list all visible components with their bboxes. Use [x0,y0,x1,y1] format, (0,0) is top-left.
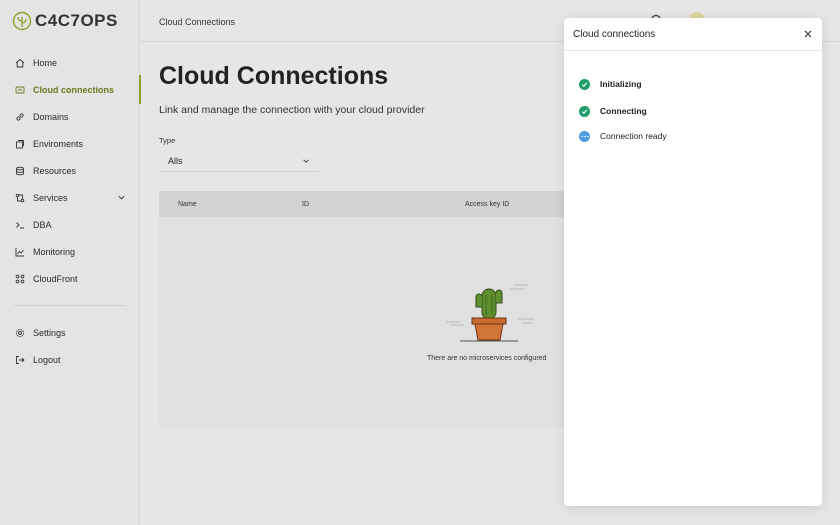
sidebar-bottom-nav: Settings Logout [0,319,140,373]
link-icon [14,111,26,123]
sidebar-item-label: Settings [33,327,66,338]
sidebar-item-services[interactable]: Services [0,184,140,211]
sidebar: C4C7OPS Home Cloud connections Domains E… [0,0,141,525]
sidebar-item-label: DBA [33,219,52,230]
gear-icon [14,327,26,339]
check-circle-icon [579,105,590,117]
chevron-down-icon [303,159,309,163]
sidebar-item-label: Enviroments [33,138,84,149]
home-icon [14,57,26,69]
sidebar-item-label: Domains [33,111,69,122]
sidebar-item-resources[interactable]: Resources [0,157,140,184]
database-icon [14,165,26,177]
cloud-connections-panel: Cloud connections Initializing Connectin… [564,18,822,506]
sidebar-item-label: Services [33,192,68,203]
logout-icon [14,354,26,366]
step-label: Initializing [600,79,642,89]
cloud-icon [14,84,26,96]
sidebar-item-enviroments[interactable]: Enviroments [0,130,140,157]
step-initializing: Initializing [579,77,642,91]
loading-dots-icon [579,130,590,142]
logo-mark-icon [12,11,32,31]
sidebar-nav: Home Cloud connections Domains Enviromen… [0,49,141,292]
step-label: Connection ready [600,131,667,141]
layers-icon [14,138,26,150]
type-filter-value: Alls [168,155,183,166]
sidebar-item-home[interactable]: Home [0,49,140,76]
step-label: Connecting [600,106,647,116]
step-connecting: Connecting [579,104,647,118]
sidebar-item-label: Home [33,57,58,68]
sidebar-item-label: Monitoring [33,246,76,257]
type-filter-select[interactable]: Alls [159,150,319,172]
sidebar-item-cloud-connections[interactable]: Cloud connections [0,75,141,104]
cactus-illustration-icon [446,284,534,342]
empty-state-text: There are no microservices configured [427,355,547,362]
step-connection-ready: Connection ready [579,129,667,143]
page-title: Cloud Connections [159,62,389,90]
sidebar-item-label: Logout [33,354,61,365]
chevron-down-icon[interactable] [117,193,126,202]
sidebar-item-dba[interactable]: DBA [0,211,140,238]
check-circle-icon [579,78,590,90]
brand-name: C4C7OPS [35,11,118,30]
table-header: Name ID Access key ID [159,191,579,217]
sidebar-item-monitoring[interactable]: Monitoring [0,238,140,265]
terminal-icon [14,219,26,231]
sidebar-item-label: Cloud connections [33,84,114,95]
brand-logo[interactable]: C4C7OPS [12,10,118,32]
column-header-access-key-id[interactable]: Access key ID [465,201,509,208]
sidebar-item-label: Resources [33,165,77,176]
grid-icon [14,273,26,285]
services-icon [14,192,26,204]
sidebar-item-cloudfront[interactable]: CloudFront [0,265,140,292]
sidebar-item-settings[interactable]: Settings [0,319,140,346]
column-header-id[interactable]: ID [302,201,309,208]
column-header-name[interactable]: Name [178,201,197,208]
type-filter-label: Type [159,136,176,145]
sidebar-item-label: CloudFront [33,273,78,284]
panel-header: Cloud connections [564,18,822,51]
close-icon[interactable] [803,29,813,39]
chart-icon [14,246,26,258]
page-subtitle: Link and manage the connection with your… [159,104,425,116]
breadcrumb: Cloud Connections [159,17,236,27]
sidebar-item-logout[interactable]: Logout [0,346,140,373]
sidebar-item-domains[interactable]: Domains [0,103,140,130]
panel-title: Cloud connections [573,29,656,40]
sidebar-divider [14,305,126,306]
